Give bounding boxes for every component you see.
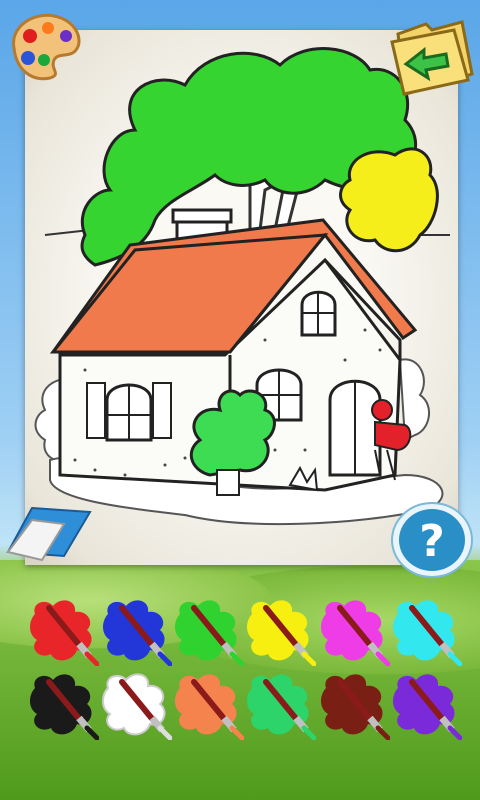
color-swatch-cyan[interactable] — [388, 594, 463, 667]
svg-text:?: ? — [419, 516, 445, 567]
color-swatch-orange[interactable] — [170, 668, 245, 741]
color-swatch-white[interactable] — [98, 668, 173, 741]
color-swatch-light-green[interactable] — [242, 668, 317, 741]
color-swatch-purple[interactable] — [388, 668, 463, 741]
coloring-canvas[interactable] — [25, 30, 458, 565]
color-swatch-magenta[interactable] — [316, 594, 391, 667]
color-swatch-yellow[interactable] — [242, 594, 317, 667]
color-swatch-black[interactable] — [25, 668, 100, 741]
palette-icon[interactable] — [6, 8, 86, 82]
color-swatch-brown[interactable] — [316, 668, 391, 741]
help-button[interactable]: ? — [389, 500, 475, 580]
color-swatch-green[interactable] — [170, 594, 245, 667]
color-swatch-blue[interactable] — [98, 594, 173, 667]
color-swatch-red[interactable] — [25, 594, 100, 667]
eraser-button[interactable] — [2, 498, 94, 570]
back-button[interactable] — [388, 14, 478, 100]
